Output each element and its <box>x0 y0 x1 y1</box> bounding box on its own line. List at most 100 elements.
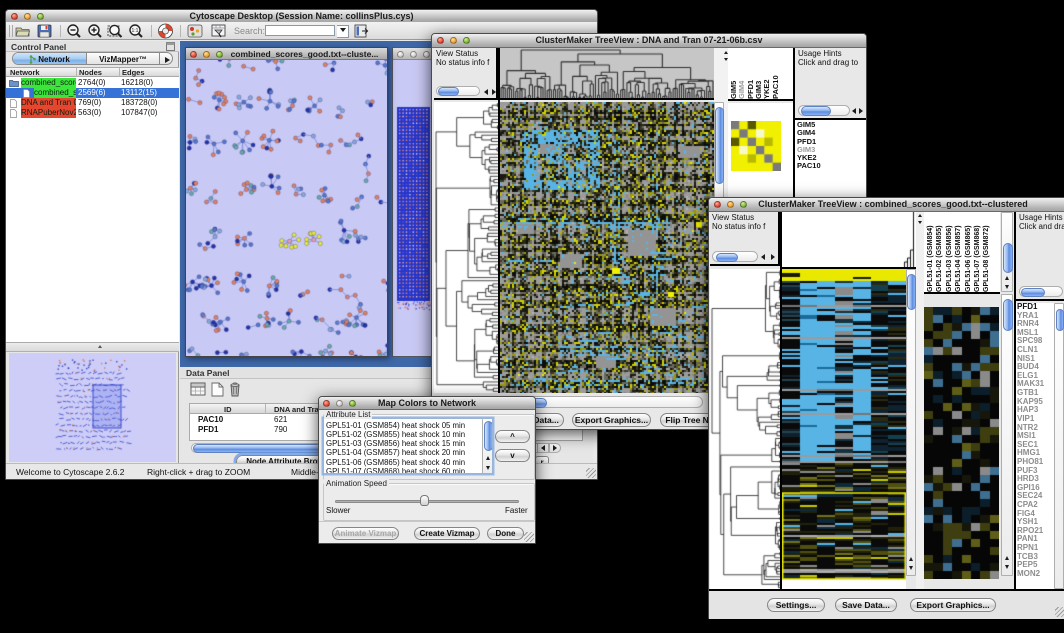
column-label[interactable]: GPL51-07 (GSM868) <box>974 225 982 292</box>
column-label[interactable]: GPL51-03 (GSM856) <box>946 225 954 292</box>
annotation-icon[interactable] <box>211 24 228 38</box>
dialog-close-button[interactable] <box>323 400 330 407</box>
search-input[interactable] <box>265 25 335 36</box>
tv1-minimize-button[interactable] <box>450 37 457 44</box>
tv2-heatmap[interactable] <box>782 269 906 589</box>
create-vizmap-button[interactable]: Create Vizmap <box>414 527 480 540</box>
frame1-titlebar[interactable]: combined_scores_good.txt--cluste... <box>186 48 387 60</box>
data-panel-hscroll-thumb[interactable] <box>193 444 321 453</box>
dp-col-id[interactable]: ID <box>224 405 232 414</box>
minimize-button[interactable] <box>24 13 31 20</box>
panel-splitter[interactable] <box>6 343 179 352</box>
tv2-labels-vscrollbar[interactable] <box>1001 212 1013 292</box>
tv2-save-data-button[interactable]: Save Data... <box>835 598 897 612</box>
tv1-status-scroll-right[interactable] <box>490 88 497 96</box>
tv1-heatmap[interactable] <box>500 102 714 393</box>
tv2-hints-scrollbar[interactable] <box>1019 286 1063 297</box>
tv1-hints-scroll-right[interactable] <box>859 108 866 116</box>
tv2-status-scroll-thumb[interactable] <box>716 253 738 262</box>
tv2-rowlabels-vscroll-thumb[interactable] <box>1056 309 1064 331</box>
tv2-heatmap-vscroll-thumb[interactable] <box>907 274 916 310</box>
column-label[interactable]: GPL51-01 (GSM854) <box>927 225 935 292</box>
tv2-settings-button[interactable]: Settings... <box>767 598 825 612</box>
dialog-titlebar[interactable]: Map Colors to Network <box>319 397 535 410</box>
tv2-heat-scroll-down[interactable] <box>909 566 913 572</box>
move-up-button[interactable]: ^ <box>495 430 530 443</box>
attribute-list-item[interactable]: GPL51-02 (GSM855) heat shock 10 min <box>326 430 482 439</box>
move-down-button[interactable]: v <box>495 449 530 462</box>
tv2-minimize-button[interactable] <box>727 201 734 208</box>
network-row[interactable]: combined_sco2569(6)13112(15) <box>6 88 179 98</box>
tv2-zoom-vscroll-thumb[interactable] <box>1003 299 1013 331</box>
dialog-resize-grip[interactable] <box>524 532 534 542</box>
tv1-zoom-button[interactable] <box>463 37 470 44</box>
treeview2-titlebar[interactable]: ClusterMaker TreeView : combined_scores_… <box>709 198 1064 212</box>
tv2-column-dendrogram[interactable] <box>782 212 916 269</box>
tv2-hints-scroll-thumb[interactable] <box>1021 288 1045 297</box>
tv1-status-scroll-thumb[interactable] <box>438 87 459 96</box>
tv2-zoom-scroll-up[interactable] <box>1005 554 1009 560</box>
zoom-button[interactable] <box>37 13 44 20</box>
tv2-rowlabels-vscrollbar[interactable] <box>1054 303 1064 589</box>
tv2-status-scroll-left[interactable] <box>761 254 769 262</box>
tv1-column-dendrogram[interactable] <box>500 48 714 100</box>
attribute-list-scroll-down[interactable] <box>486 466 490 472</box>
scroll-right-button[interactable] <box>549 443 561 453</box>
tv2-row-dendrogram[interactable] <box>710 269 780 589</box>
tv2-export-graphics-button[interactable]: Export Graphics... <box>910 598 996 612</box>
tv1-close-button[interactable] <box>437 37 444 44</box>
dialog-zoom-button[interactable] <box>349 400 356 407</box>
attribute-list-item[interactable]: GPL51-04 (GSM857) heat shock 20 min <box>326 448 482 457</box>
attribute-list-scroll-up[interactable] <box>486 454 490 460</box>
attribute-list-vscrollbar[interactable] <box>482 419 493 474</box>
frame1-close-button[interactable] <box>190 51 197 58</box>
row-label[interactable]: PAC10 <box>797 162 821 170</box>
attribute-list-item[interactable]: GPL51-03 (GSM856) heat shock 15 min <box>326 439 482 448</box>
tv1-hints-scrollbar[interactable] <box>798 105 850 116</box>
tv2-resize-grip[interactable] <box>1055 607 1064 617</box>
network-view[interactable] <box>186 60 387 356</box>
tv2-zoom-heatmap[interactable] <box>924 307 999 579</box>
delete-attribute-icon[interactable] <box>228 381 242 397</box>
network-overview-map[interactable] <box>9 353 176 462</box>
tv2-zoom-button[interactable] <box>740 201 747 208</box>
attribute-browser-icon[interactable] <box>354 24 369 38</box>
zoom-selected-icon[interactable]: 1:1 <box>128 24 144 39</box>
attribute-listbox[interactable]: GPL51-01 (GSM854) heat shock 05 minGPL51… <box>323 418 493 474</box>
vizmapper-icon[interactable] <box>187 24 203 38</box>
help-lifesaver-icon[interactable] <box>157 23 174 39</box>
frame2-zoom-button[interactable] <box>423 51 430 58</box>
animate-vizmap-button[interactable]: Animate Vizmap <box>332 527 399 540</box>
tv1-hints-scroll-thumb[interactable] <box>801 106 831 116</box>
column-label[interactable]: GPL51-08 (GSM872) <box>983 225 991 292</box>
tv1-status-scrollbar[interactable] <box>436 86 480 96</box>
treeview1-titlebar[interactable]: ClusterMaker TreeView : DNA and Tran 07-… <box>432 34 866 48</box>
tv1-row-dendrogram[interactable] <box>434 102 498 393</box>
column-label[interactable]: GPL51-06 (GSM865) <box>965 225 973 292</box>
network-row[interactable]: DNA and Tran 07769(0)183728(0) <box>6 98 179 108</box>
tv2-heatmap-vscrollbar[interactable] <box>906 269 916 576</box>
tv2-strip-down[interactable] <box>918 221 922 226</box>
column-label[interactable]: GPL51-04 (GSM857) <box>955 225 963 292</box>
tv1-heatmap-vscroll-thumb[interactable] <box>715 107 724 184</box>
tv2-heat-scroll-up[interactable] <box>909 555 913 561</box>
tv2-strip-up[interactable] <box>918 212 922 217</box>
tv1-hints-scroll-left[interactable] <box>852 108 859 116</box>
zoom-in-icon[interactable] <box>87 24 103 39</box>
tv2-zoom-vscrollbar[interactable] <box>1001 294 1013 576</box>
tv2-close-button[interactable] <box>714 201 721 208</box>
close-button[interactable] <box>11 13 18 20</box>
attribute-list-item[interactable]: GPL51-01 (GSM854) heat shock 05 min <box>326 421 482 430</box>
tab-overflow-button[interactable] <box>160 53 173 65</box>
column-label[interactable]: PAC10 <box>772 75 780 99</box>
zoom-out-icon[interactable] <box>66 24 82 39</box>
tv2-status-scrollbar[interactable] <box>712 251 758 262</box>
select-attributes-icon[interactable] <box>190 382 206 397</box>
col-header-network[interactable]: Network <box>10 68 40 77</box>
column-label[interactable]: GPL51-02 (GSM855) <box>936 225 944 292</box>
dialog-minimize-button[interactable] <box>336 400 343 407</box>
col-header-nodes[interactable]: Nodes <box>79 68 102 77</box>
attribute-list-item[interactable]: GPL51-07 (GSM868) heat shock 60 min <box>326 467 482 474</box>
attribute-list-vscroll-thumb[interactable] <box>484 421 493 451</box>
frame1-minimize-button[interactable] <box>203 51 210 58</box>
